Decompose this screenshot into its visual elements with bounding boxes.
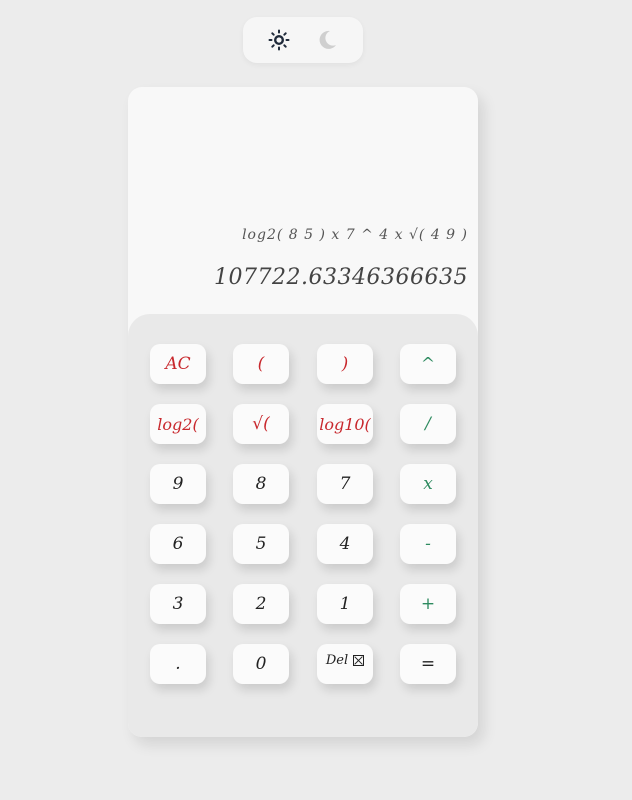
key-4[interactable]: 4 [317,524,373,564]
key-multiply[interactable]: x [400,464,456,504]
key-6[interactable]: 6 [150,524,206,564]
key-8[interactable]: 8 [233,464,289,504]
backspace-x-icon [353,654,365,666]
expression-text: log2( 8 5 ) x 7 ^ 4 x √( 4 9 ) [242,227,468,243]
key-open-paren[interactable]: ( [233,344,289,384]
key-minus[interactable]: - [400,524,456,564]
calculator: log2( 8 5 ) x 7 ^ 4 x √( 4 9 ) 107722.63… [128,87,478,737]
key-log2[interactable]: log2( [150,404,206,444]
key-clear[interactable]: AC [150,344,206,384]
theme-toggle [243,17,363,63]
key-1[interactable]: 1 [317,584,373,624]
key-log10[interactable]: log10( [317,404,373,444]
key-divide[interactable]: / [400,404,456,444]
key-plus[interactable]: + [400,584,456,624]
key-sqrt[interactable]: √( [233,404,289,444]
key-decimal[interactable]: . [150,644,206,684]
key-2[interactable]: 2 [233,584,289,624]
calculator-display: log2( 8 5 ) x 7 ^ 4 x √( 4 9 ) 107722.63… [128,87,478,315]
key-7[interactable]: 7 [317,464,373,504]
delete-label: Del [325,652,349,668]
keypad: AC () ^ log2( √( log10( / 9 8 7 x 6 5 4- 3 2 1 +. 0 Del = [128,314,478,737]
key-3[interactable]: 3 [150,584,206,624]
key-equals[interactable]: = [400,644,456,684]
key-9[interactable]: 9 [150,464,206,504]
key-5[interactable]: 5 [233,524,289,564]
moon-icon[interactable] [315,28,339,52]
key-power[interactable]: ^ [400,344,456,384]
key-0[interactable]: 0 [233,644,289,684]
result-text: 107722.63346366635 [214,265,468,290]
key-delete[interactable]: Del [317,644,373,684]
sun-icon[interactable] [267,28,291,52]
key-close-paren[interactable]: ) [317,344,373,384]
